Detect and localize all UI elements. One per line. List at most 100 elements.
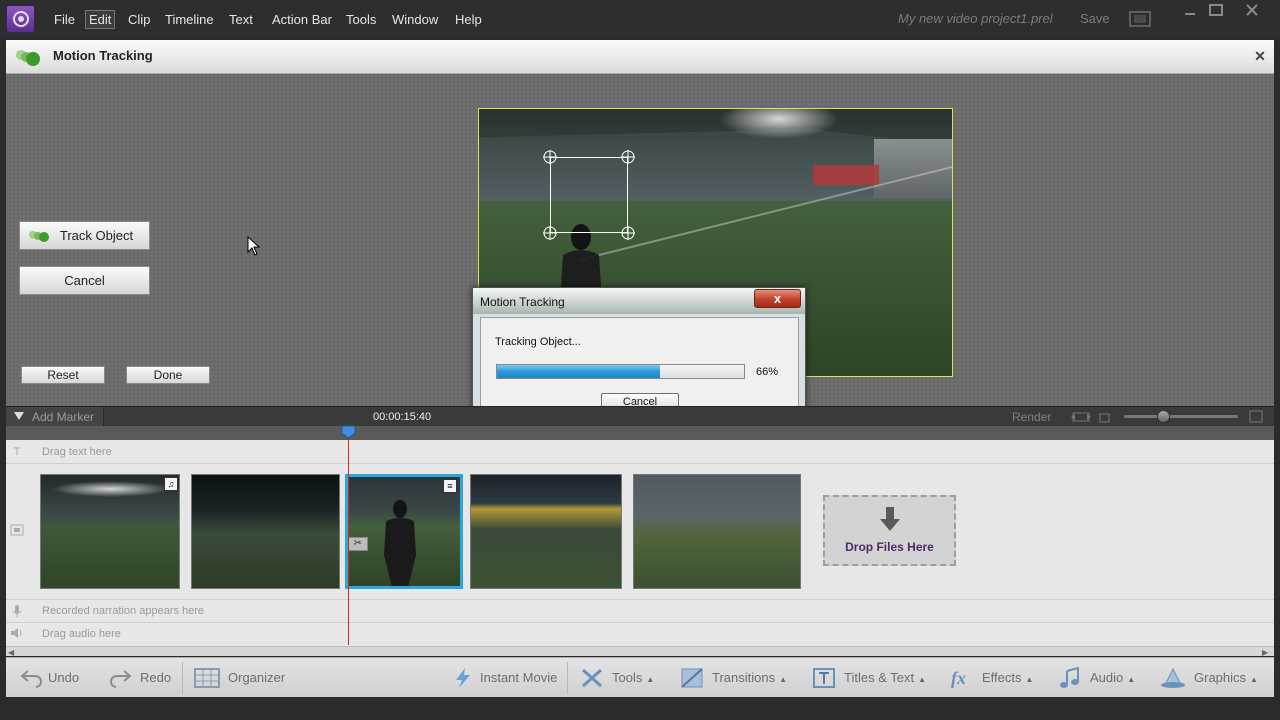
menu-timeline[interactable]: Timeline	[162, 10, 217, 29]
timeline-ruler[interactable]	[6, 426, 1274, 440]
undo-icon	[20, 670, 43, 688]
video-clip[interactable]	[470, 474, 622, 589]
redo-label: Redo	[140, 670, 172, 685]
svg-text:fx: fx	[951, 668, 966, 688]
video-clip[interactable]	[633, 474, 801, 589]
lightning-icon	[456, 668, 470, 688]
dropdown-caret-icon: ▲	[1250, 675, 1258, 684]
redo-icon	[109, 670, 132, 688]
add-marker-button[interactable]: Add Marker	[6, 407, 104, 426]
marker-icon	[14, 412, 24, 420]
tracking-handle-icon[interactable]	[543, 226, 557, 240]
progress-bar	[496, 364, 745, 379]
selected-video-clip[interactable]: ✂ ≡	[345, 474, 463, 589]
effects-label: Effects	[982, 670, 1022, 685]
app-logo-icon[interactable]	[6, 5, 35, 33]
timecode: 00:00:15:40	[373, 411, 432, 423]
scroll-right-icon[interactable]: ▶	[1262, 648, 1268, 657]
drop-files-zone[interactable]: Drop Files Here	[823, 495, 956, 566]
panel-close-icon[interactable]: ✕	[1252, 48, 1268, 64]
menu-clip[interactable]: Clip	[125, 10, 153, 29]
done-button[interactable]: Done	[126, 366, 210, 384]
menu-file[interactable]: File	[51, 10, 78, 29]
audio-label: Audio	[1090, 670, 1124, 685]
titles-text-button[interactable]: Titles & Text ▲	[810, 658, 936, 698]
text-track[interactable]: T Drag text here	[6, 440, 1274, 464]
tools-button[interactable]: Tools ▲	[578, 658, 660, 698]
microphone-icon	[10, 604, 24, 618]
drop-files-label: Drop Files Here	[845, 540, 934, 554]
fit-timeline-icon[interactable]	[1070, 411, 1092, 426]
effects-button[interactable]: fx Effects ▲	[948, 658, 1048, 698]
scroll-left-icon[interactable]: ◀	[8, 648, 14, 657]
timeline: T Drag text here ♫ ✂ ≡ Drop Files Here R…	[6, 440, 1274, 646]
dropdown-caret-icon: ▲	[646, 675, 655, 684]
track-object-button[interactable]: Track Object	[19, 221, 150, 250]
dropdown-caret-icon: ▲	[779, 675, 788, 684]
panel-title: Motion Tracking	[53, 48, 153, 63]
narration-track[interactable]: Recorded narration appears here	[6, 600, 1274, 623]
save-button[interactable]: Save	[1080, 11, 1110, 26]
titles-icon	[813, 668, 835, 688]
tools-label: Tools	[612, 670, 643, 685]
reset-button[interactable]: Reset	[21, 366, 105, 384]
menu-edit[interactable]: Edit	[85, 10, 116, 29]
organizer-button[interactable]: Organizer	[192, 658, 292, 698]
playhead-line	[348, 432, 349, 645]
redo-button[interactable]: Redo	[106, 658, 176, 698]
dropdown-caret-icon: ▲	[918, 675, 926, 684]
undo-button[interactable]: Undo	[16, 658, 86, 698]
motion-tracking-icon	[12, 46, 44, 68]
dialog-title: Motion Tracking	[480, 295, 565, 309]
fullscreen-icon[interactable]	[1128, 10, 1152, 28]
transitions-button[interactable]: Transitions ▲	[678, 658, 796, 698]
cancel-button[interactable]: Cancel	[19, 266, 150, 295]
zoom-slider-handle[interactable]	[1157, 410, 1170, 423]
tracking-handle-icon[interactable]	[621, 150, 635, 164]
menu-tools[interactable]: Tools	[343, 10, 379, 29]
playhead-handle-icon[interactable]	[341, 425, 356, 439]
clip-effect-badge-icon: ≡	[443, 479, 457, 493]
graphics-icon	[1161, 667, 1185, 688]
scissors-icon[interactable]: ✂	[348, 537, 368, 551]
graphics-button[interactable]: Graphics ▲	[1158, 658, 1268, 698]
video-track-icon	[10, 524, 24, 538]
tracking-status: Tracking Object...	[495, 336, 581, 348]
text-track-icon: T	[13, 446, 21, 458]
minimize-icon[interactable]	[1176, 2, 1204, 20]
video-clip[interactable]	[191, 474, 340, 589]
motion-tracking-icon	[29, 231, 49, 242]
action-bar: Undo Redo Organizer Instant Movie Tools ▲…	[6, 657, 1274, 697]
zoom-slider-track[interactable]	[1124, 415, 1238, 418]
speaker-icon	[10, 627, 24, 641]
zoom-in-icon[interactable]	[1249, 410, 1263, 426]
instant-movie-button[interactable]: Instant Movie	[450, 658, 566, 698]
menu-help[interactable]: Help	[452, 10, 485, 29]
menu-text[interactable]: Text	[226, 10, 256, 29]
dropdown-caret-icon: ▲	[1025, 675, 1034, 684]
window-close-icon[interactable]	[1238, 2, 1266, 20]
audio-button[interactable]: Audio ▲	[1056, 658, 1152, 698]
zoom-out-icon[interactable]	[1099, 412, 1111, 426]
tracking-handle-icon[interactable]	[621, 226, 635, 240]
separator	[182, 662, 183, 694]
tracking-box[interactable]	[550, 157, 628, 233]
video-clip[interactable]: ♫	[40, 474, 180, 589]
titles-text-label: Titles & Text	[844, 670, 915, 685]
timeline-scrollbar[interactable]: ◀ ▶	[6, 646, 1274, 657]
audio-track[interactable]: Drag audio here	[6, 623, 1274, 646]
menu-window[interactable]: Window	[389, 10, 441, 29]
maximize-icon[interactable]	[1202, 2, 1230, 20]
track-object-label: Track Object	[59, 228, 134, 243]
render-button[interactable]: Render	[1012, 410, 1051, 424]
instant-movie-label: Instant Movie	[480, 670, 558, 685]
floodlight	[51, 481, 171, 497]
timeline-toolbar: Add Marker 00:00:15:40 Render	[6, 406, 1274, 426]
tracking-handle-icon[interactable]	[543, 150, 557, 164]
window-bottom-edge	[0, 697, 1280, 720]
text-track-label: Drag text here	[42, 446, 112, 458]
clip-player	[384, 500, 416, 586]
dialog-close-button[interactable]: x	[754, 289, 801, 308]
menu-action-bar[interactable]: Action Bar	[269, 10, 335, 29]
project-name: My new video project1.prel	[898, 11, 1053, 26]
